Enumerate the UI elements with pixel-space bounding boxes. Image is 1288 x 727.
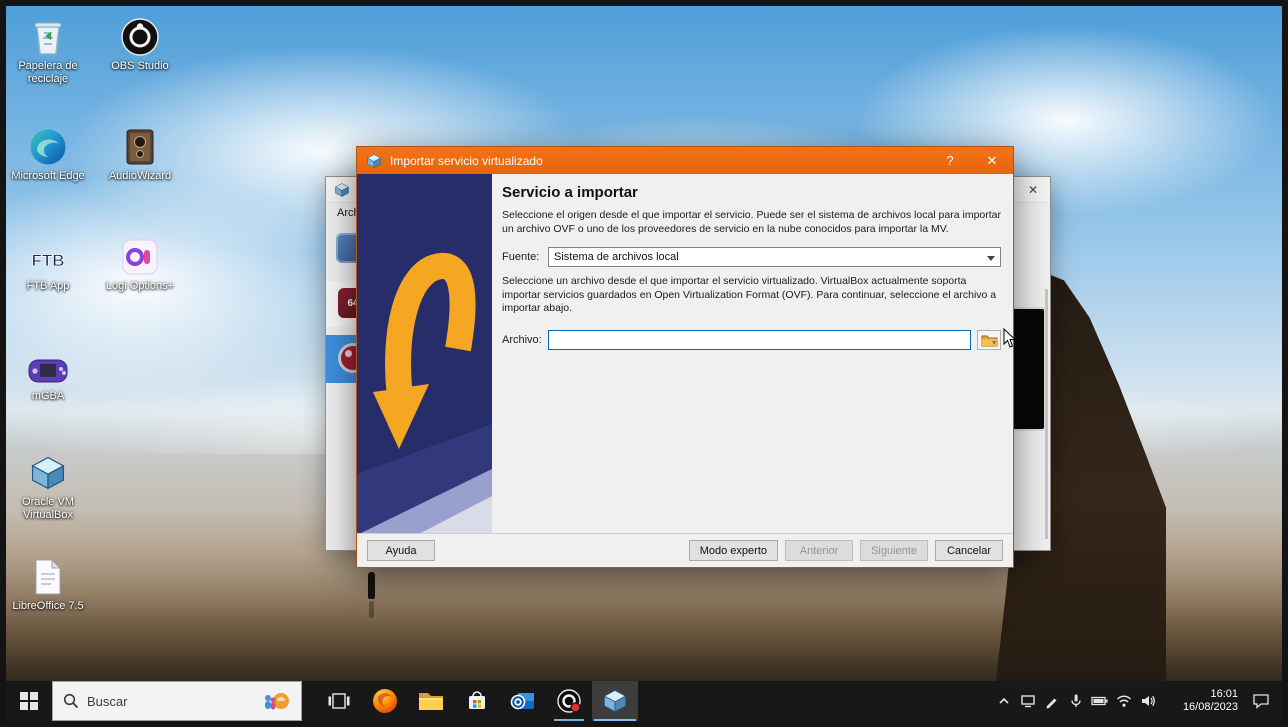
file-intro-text: Seleccione un archivo desde el que impor… bbox=[502, 275, 1001, 317]
file-explorer-icon bbox=[418, 690, 444, 712]
tray-volume-icon[interactable] bbox=[1136, 681, 1160, 721]
microsoft-edge-icon bbox=[29, 124, 67, 166]
wizard-content: Servicio a importar Seleccione el origen… bbox=[492, 174, 1013, 533]
import-appliance-dialog[interactable]: Importar servicio virtualizado ? ✕ bbox=[356, 146, 1014, 568]
source-combobox-value: Sistema de archivos local bbox=[554, 251, 679, 263]
virtualbox-icon bbox=[602, 688, 628, 714]
search-input[interactable]: Buscar bbox=[52, 681, 302, 721]
clock-date: 16/08/2023 bbox=[1168, 701, 1238, 714]
manager-close-button[interactable]: ✕ bbox=[1016, 177, 1050, 203]
folder-icon bbox=[981, 333, 998, 347]
source-combobox[interactable]: Sistema de archivos local bbox=[548, 247, 1001, 267]
taskbar-task-view-button[interactable] bbox=[316, 681, 362, 721]
desktop-icon-libreoffice[interactable]: LibreOffice 7.5 bbox=[6, 554, 90, 613]
desktop-icon-label: AudioWizard bbox=[109, 170, 171, 183]
desktop-icon-mgba[interactable]: mGBA bbox=[6, 344, 90, 403]
desktop-icon-label: Oracle VM VirtualBox bbox=[6, 496, 90, 522]
recycle-bin-icon bbox=[31, 14, 65, 56]
microsoft-store-icon bbox=[465, 689, 489, 713]
back-button[interactable]: Anterior bbox=[785, 540, 853, 561]
taskbar-outlook[interactable] bbox=[500, 681, 546, 721]
tray-display-icon[interactable] bbox=[1016, 681, 1040, 721]
desktop[interactable]: Papelera de reciclaje OBS Studio Microso… bbox=[6, 6, 1282, 681]
libreoffice-icon bbox=[32, 554, 64, 596]
desktop-icon-label: Papelera de reciclaje bbox=[6, 60, 90, 86]
desktop-icon-label: FTB App bbox=[27, 280, 70, 293]
start-button[interactable] bbox=[6, 681, 52, 721]
taskbar-microsoft-store[interactable] bbox=[454, 681, 500, 721]
tray-pen-icon[interactable] bbox=[1040, 681, 1064, 721]
search-icon bbox=[63, 693, 79, 709]
obs-studio-icon bbox=[121, 14, 159, 56]
help-button[interactable]: Ayuda bbox=[367, 540, 435, 561]
obs-studio-icon bbox=[556, 688, 582, 714]
audiowizard-icon bbox=[123, 124, 157, 166]
virtualbox-logo-icon bbox=[366, 153, 382, 169]
ftb-app-icon: FTB bbox=[28, 234, 68, 276]
tray-chevron-up-icon[interactable] bbox=[992, 681, 1016, 721]
dialog-title: Importar servicio virtualizado bbox=[390, 154, 543, 168]
chevron-down-icon bbox=[987, 256, 995, 261]
desktop-icon-label: Microsoft Edge bbox=[11, 170, 84, 183]
wizard-artwork bbox=[357, 174, 492, 533]
recording-dot-icon bbox=[571, 703, 580, 712]
search-highlights-icon[interactable] bbox=[261, 690, 291, 719]
expert-mode-button[interactable]: Modo experto bbox=[689, 540, 778, 561]
clock-time: 16:01 bbox=[1168, 688, 1238, 701]
file-path-input[interactable] bbox=[548, 330, 971, 350]
taskbar-obs-studio[interactable] bbox=[546, 681, 592, 721]
mgba-icon bbox=[28, 344, 68, 386]
virtualbox-logo-icon bbox=[334, 182, 350, 198]
dialog-titlebar[interactable]: Importar servicio virtualizado ? ✕ bbox=[357, 147, 1013, 174]
taskbar-file-explorer[interactable] bbox=[408, 681, 454, 721]
desktop-icon-label: OBS Studio bbox=[111, 60, 168, 73]
wizard-heading: Servicio a importar bbox=[502, 184, 1001, 201]
file-label: Archivo: bbox=[502, 334, 548, 346]
desktop-icon-recycle-bin[interactable]: Papelera de reciclaje bbox=[6, 14, 90, 86]
source-label: Fuente: bbox=[502, 251, 548, 263]
next-button[interactable]: Siguiente bbox=[860, 540, 928, 561]
desktop-icon-ftb-app[interactable]: FTB FTB App bbox=[6, 234, 90, 293]
action-center-button[interactable] bbox=[1244, 681, 1278, 721]
windows-logo-icon bbox=[20, 692, 38, 710]
virtualbox-icon bbox=[29, 450, 67, 492]
tray-mic-icon[interactable] bbox=[1064, 681, 1088, 721]
taskbar-firefox[interactable] bbox=[362, 681, 408, 721]
taskbar: Buscar bbox=[6, 681, 1282, 721]
browse-file-button[interactable] bbox=[977, 330, 1001, 350]
svg-text:FTB: FTB bbox=[31, 251, 64, 270]
outlook-icon bbox=[510, 689, 536, 713]
desktop-icon-audiowizard[interactable]: AudioWizard bbox=[98, 124, 182, 183]
desktop-icon-logi-options[interactable]: Logi Options+ bbox=[98, 234, 182, 293]
dialog-close-button[interactable]: ✕ bbox=[971, 147, 1013, 174]
mouse-cursor bbox=[1003, 328, 1017, 354]
notification-icon bbox=[1252, 693, 1270, 709]
desktop-icon-virtualbox[interactable]: Oracle VM VirtualBox bbox=[6, 450, 90, 522]
manager-scrollbar[interactable] bbox=[1045, 289, 1048, 539]
logi-options-icon bbox=[121, 234, 159, 276]
wizard-buttonbar: Ayuda Modo experto Anterior Siguiente Ca… bbox=[357, 533, 1013, 567]
tray-battery-icon[interactable] bbox=[1088, 681, 1112, 721]
desktop-icon-label: Logi Options+ bbox=[106, 280, 174, 293]
taskbar-virtualbox[interactable] bbox=[592, 681, 638, 721]
desktop-icon-microsoft-edge[interactable]: Microsoft Edge bbox=[6, 124, 90, 183]
taskbar-clock[interactable]: 16:01 16/08/2023 bbox=[1168, 688, 1238, 714]
source-intro-text: Seleccione el origen desde el que import… bbox=[502, 209, 1001, 237]
cancel-button[interactable]: Cancelar bbox=[935, 540, 1003, 561]
screen: Papelera de reciclaje OBS Studio Microso… bbox=[0, 0, 1288, 727]
search-placeholder: Buscar bbox=[87, 694, 127, 709]
desktop-icon-label: mGBA bbox=[32, 390, 64, 403]
firefox-icon bbox=[372, 688, 398, 714]
dialog-help-button[interactable]: ? bbox=[929, 147, 971, 174]
tray-wifi-icon[interactable] bbox=[1112, 681, 1136, 721]
task-view-icon bbox=[328, 692, 350, 710]
desktop-icon-label: LibreOffice 7.5 bbox=[12, 600, 83, 613]
person-silhouette bbox=[368, 572, 375, 618]
desktop-icon-obs-studio[interactable]: OBS Studio bbox=[98, 14, 182, 73]
